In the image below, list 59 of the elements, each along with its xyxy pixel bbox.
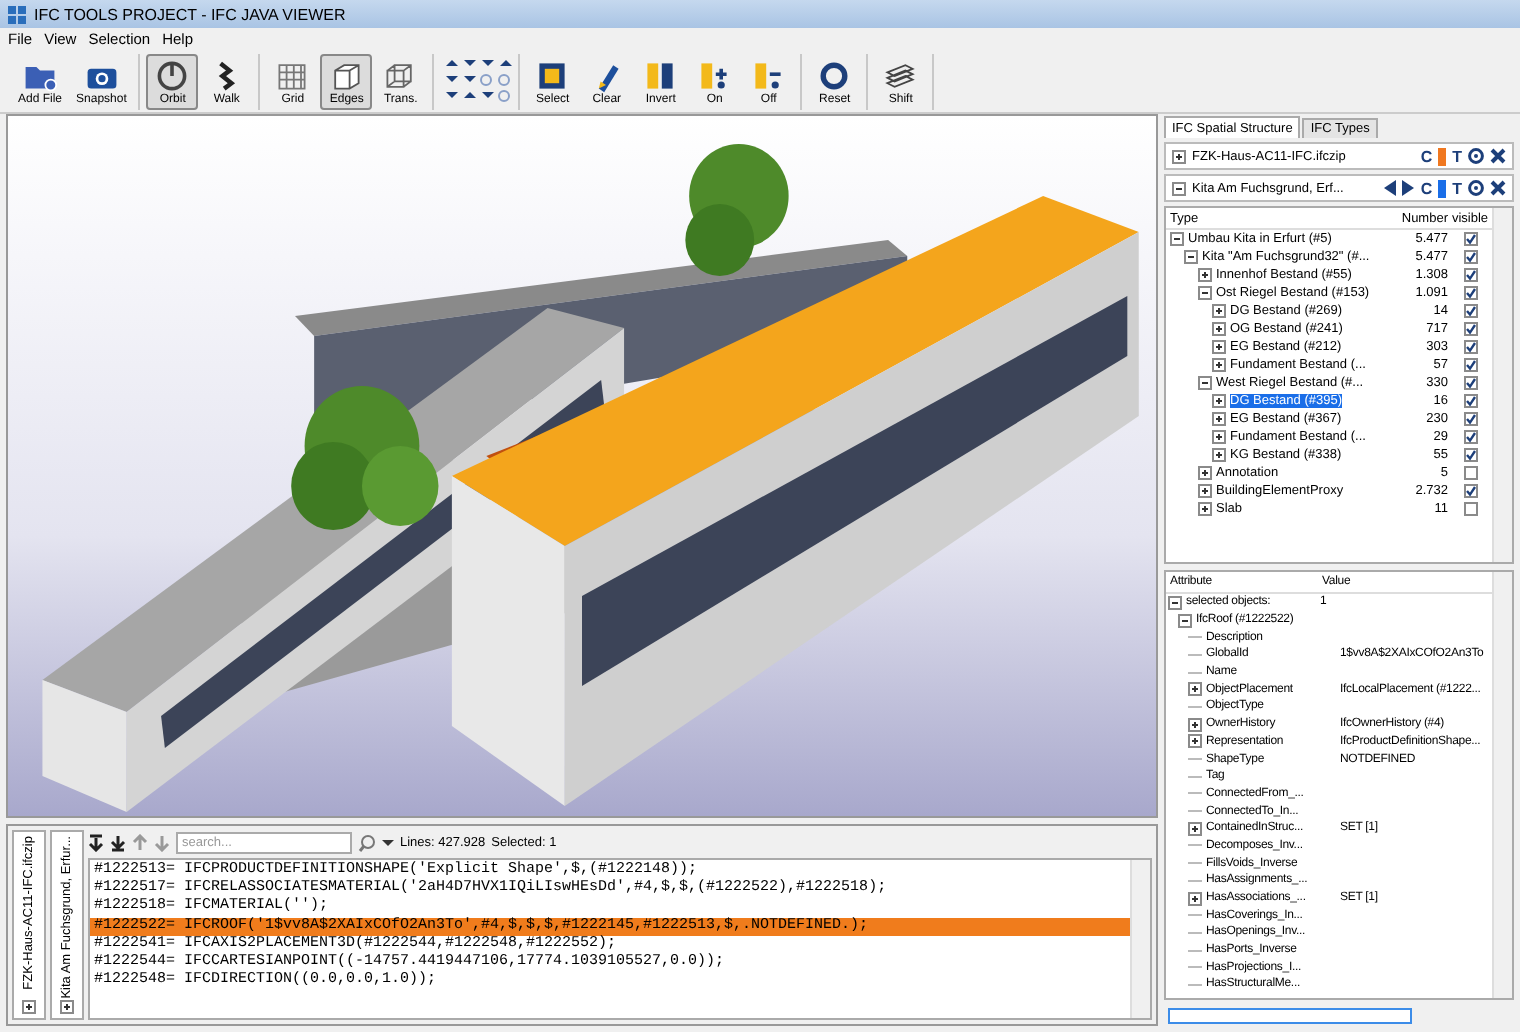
next-icon[interactable] — [1402, 180, 1415, 196]
previous-icon[interactable] — [1384, 180, 1397, 196]
jump-bottom-icon[interactable] — [88, 833, 104, 851]
visibility-checkbox[interactable] — [1463, 268, 1477, 282]
expand-icon[interactable] — [1212, 340, 1226, 354]
expand-icon[interactable] — [1188, 682, 1202, 697]
visibility-checkbox[interactable] — [1463, 484, 1477, 498]
close-icon[interactable] — [1490, 180, 1506, 196]
visibility-checkbox[interactable] — [1463, 448, 1477, 462]
visibility-checkbox[interactable] — [1463, 250, 1477, 264]
expand-icon[interactable] — [1212, 448, 1226, 462]
expand-icon[interactable] — [60, 1000, 74, 1014]
download-icon[interactable] — [110, 833, 126, 851]
expand-icon[interactable] — [22, 1000, 36, 1014]
visibility-checkbox[interactable] — [1463, 304, 1477, 318]
model-control[interactable]: C — [1420, 147, 1433, 165]
expand-icon[interactable] — [1212, 358, 1226, 372]
collapse-icon[interactable] — [1172, 181, 1186, 195]
window-title: IFC TOOLS PROJECT - IFC JAVA VIEWER — [34, 5, 346, 23]
expand-icon[interactable] — [1198, 268, 1212, 282]
model-control[interactable]: T — [1452, 147, 1462, 165]
search-icon[interactable] — [358, 833, 376, 851]
expand-icon[interactable] — [1172, 149, 1186, 163]
app-logo-icon — [8, 5, 26, 23]
visibility-checkbox[interactable] — [1463, 322, 1477, 336]
close-icon[interactable] — [1490, 148, 1506, 164]
expand-icon[interactable] — [1188, 821, 1202, 836]
expand-icon[interactable] — [1188, 717, 1202, 732]
visibility-checkbox[interactable] — [1463, 232, 1477, 246]
visibility-checkbox[interactable] — [1463, 466, 1477, 480]
visibility-checkbox[interactable] — [1463, 376, 1477, 390]
model-control[interactable]: T — [1452, 179, 1462, 197]
collapse-icon[interactable] — [1184, 250, 1198, 264]
expand-icon[interactable] — [1188, 734, 1202, 749]
visibility-checkbox[interactable] — [1463, 358, 1477, 372]
model-control[interactable]: C — [1420, 179, 1433, 197]
expand-icon[interactable] — [1212, 304, 1226, 318]
expand-icon[interactable] — [1198, 484, 1212, 498]
expand-icon[interactable] — [1188, 891, 1202, 906]
visibility-checkbox[interactable] — [1463, 340, 1477, 354]
expand-icon[interactable] — [1198, 502, 1212, 516]
collapse-icon[interactable] — [1168, 595, 1182, 610]
visibility-checkbox[interactable] — [1463, 286, 1477, 300]
expand-icon[interactable] — [1198, 466, 1212, 480]
scrollbar[interactable] — [1492, 208, 1512, 562]
expand-icon[interactable] — [1212, 430, 1226, 444]
collapse-icon[interactable] — [1198, 286, 1212, 300]
collapse-icon[interactable] — [1170, 232, 1184, 246]
visibility-checkbox[interactable] — [1463, 394, 1477, 408]
scrollbar[interactable] — [1492, 572, 1512, 998]
scrollbar[interactable] — [1130, 860, 1150, 1018]
visibility-checkbox[interactable] — [1463, 502, 1477, 516]
visibility-checkbox[interactable] — [1463, 412, 1477, 426]
collapse-icon[interactable] — [1198, 376, 1212, 390]
expand-icon[interactable] — [1212, 322, 1226, 336]
collapse-icon[interactable] — [1178, 613, 1192, 628]
expand-icon[interactable] — [1212, 394, 1226, 408]
visibility-checkbox[interactable] — [1463, 430, 1477, 444]
expand-icon[interactable] — [1212, 412, 1226, 426]
